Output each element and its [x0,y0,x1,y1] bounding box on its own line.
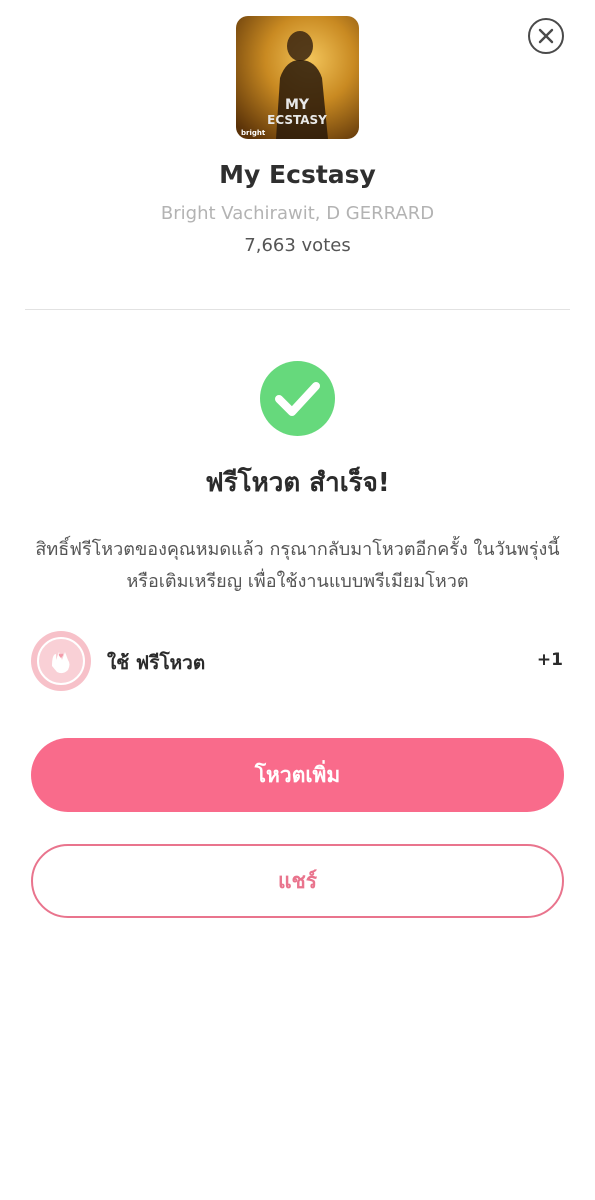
divider [25,309,570,310]
success-title: ฟรีโหวต สำเร็จ! [205,468,390,498]
coin-icon: ♥ [31,631,91,691]
close-button[interactable] [528,18,564,54]
vote-usage-row: ♥ ใช้ ฟรีโหวต +1 [30,630,565,692]
vote-more-button[interactable]: โหวตเพิ่ม [31,738,564,812]
song-artist: Bright Vachirawit, D GERRARD [160,203,435,224]
svg-text:bright: bright [241,129,266,137]
check-circle-icon [260,361,335,436]
vote-usage-count: +1 [536,650,563,670]
album-cover: MY ECSTASY bright [236,16,359,139]
svg-text:MY: MY [285,97,310,113]
svg-text:ECSTASY: ECSTASY [267,113,327,127]
song-votes: 7,663 votes [244,235,351,256]
success-message: สิทธิ์ฟรีโหวตของคุณหมดแล้ว กรุณากลับมาโห… [35,539,560,592]
close-icon [538,28,554,44]
song-title: My Ecstasy [219,160,376,189]
svg-text:♥: ♥ [58,653,63,660]
share-button[interactable]: แชร์ [31,844,564,918]
vote-usage-label: ใช้ ฟรีโหวต [107,652,206,674]
